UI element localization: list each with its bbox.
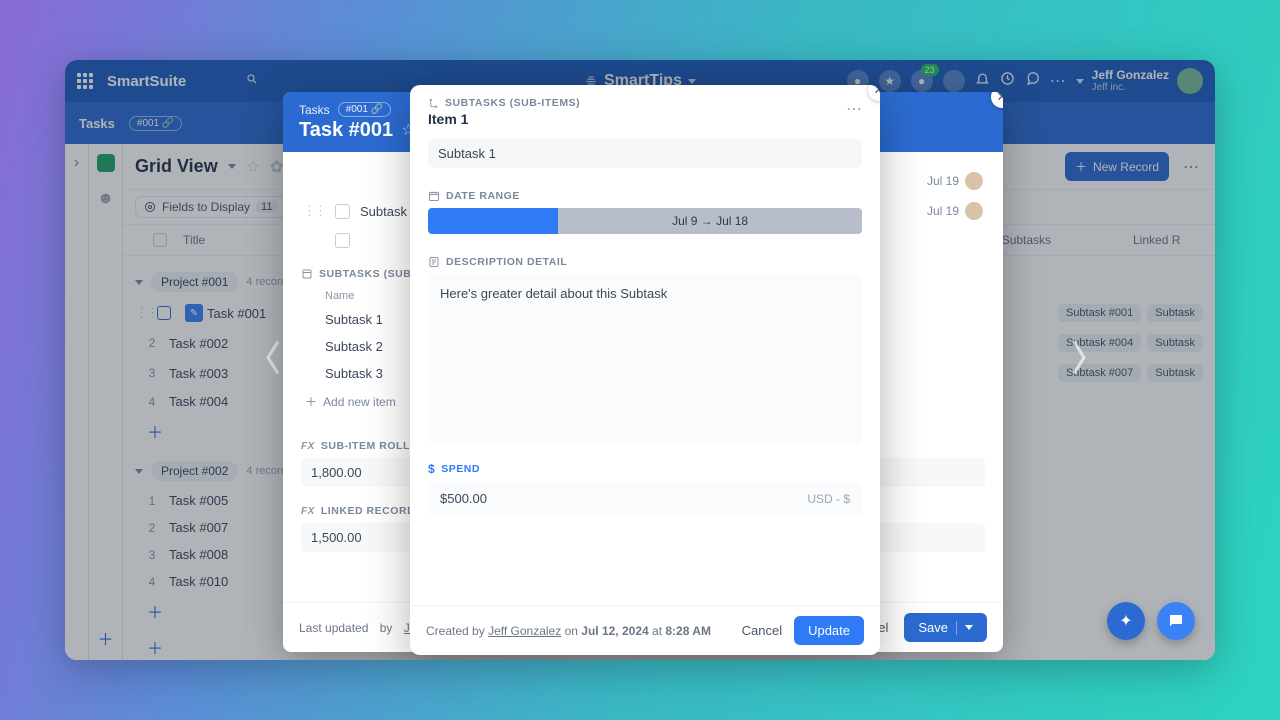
- drag-handle-icon[interactable]: ⋮⋮: [303, 203, 325, 219]
- fab-stack: ✦: [1107, 602, 1195, 640]
- linked-record[interactable]: Subtask 1: [428, 139, 862, 168]
- record-title: Task #001: [299, 119, 393, 142]
- subtask-name: Subtask 1: [325, 312, 383, 327]
- breadcrumb[interactable]: Tasks: [299, 103, 330, 117]
- spend-currency: USD - $: [807, 492, 850, 506]
- update-button[interactable]: Update: [794, 616, 864, 645]
- more-icon[interactable]: ⋯: [846, 99, 864, 119]
- author-link[interactable]: Jeff Gonzalez: [488, 624, 561, 638]
- avatar: [965, 202, 983, 220]
- date-range-bar[interactable]: Jul 9 → Jul 18: [428, 208, 862, 234]
- cancel-button[interactable]: Cancel: [730, 617, 794, 644]
- chat-fab[interactable]: [1157, 602, 1195, 640]
- subtask-name: Subtask 3: [325, 366, 383, 381]
- checkbox[interactable]: [335, 204, 350, 219]
- section-label: DESCRIPTION DETAIL: [428, 256, 862, 268]
- chevron-down-icon: [965, 625, 973, 630]
- record-id-pill: #001 🔗: [338, 102, 391, 117]
- spend-field[interactable]: $500.00 USD - $: [428, 482, 862, 515]
- due-date: Jul 19: [927, 172, 983, 190]
- checkbox[interactable]: [335, 233, 350, 248]
- avatar: [965, 172, 983, 190]
- spend-amount: $500.00: [440, 491, 487, 506]
- subtask-name: Subtask 2: [325, 339, 383, 354]
- sparkle-fab[interactable]: ✦: [1107, 602, 1145, 640]
- due-date: Jul 19: [927, 202, 983, 220]
- section-label: DATE RANGE: [428, 190, 862, 202]
- subitem-title: Item 1: [428, 111, 862, 127]
- next-record-arrow[interactable]: [1065, 338, 1091, 383]
- save-button[interactable]: Save: [904, 613, 987, 642]
- subitem-modal: ✕ SUBTASKS (SUB-ITEMS) Item 1 ⋯ Subtask …: [410, 85, 880, 655]
- sub-breadcrumb: SUBTASKS (SUB-ITEMS): [428, 97, 862, 109]
- date-range-text: Jul 9 → Jul 18: [558, 208, 862, 234]
- subitem-footer: Created by Jeff Gonzalez on Jul 12, 2024…: [410, 605, 880, 655]
- description-field[interactable]: Here's greater detail about this Subtask: [428, 274, 862, 444]
- section-label: $ SPEND: [428, 462, 862, 476]
- app-window: SmartSuite SmartTips ● ★ ● ⋯ Jeff Gonzal…: [65, 60, 1215, 660]
